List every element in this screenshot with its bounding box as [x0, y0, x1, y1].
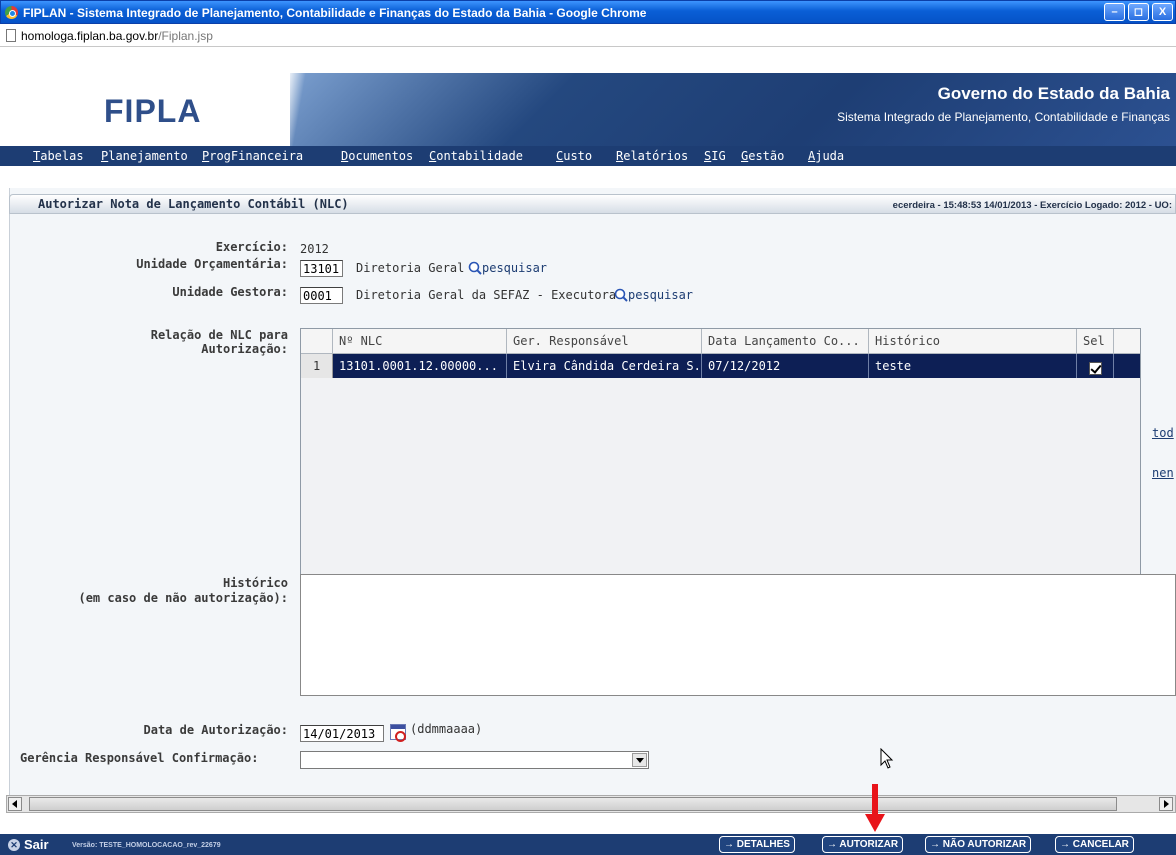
ug-label: Unidade Gestora: — [172, 285, 288, 299]
scrollbar-thumb[interactable] — [29, 797, 1117, 811]
menu-planejamento[interactable]: Planejamento — [101, 149, 188, 163]
cell-gerente[interactable]: Elvira Cândida Cerdeira S... — [507, 354, 702, 378]
close-button[interactable]: X — [1152, 3, 1173, 21]
spacer — [0, 166, 1176, 188]
exercicio-value: 2012 — [300, 242, 329, 256]
url[interactable]: homologa.fiplan.ba.gov.br/Fiplan.jsp — [21, 29, 213, 43]
grid-header-sel[interactable]: Sel — [1077, 329, 1114, 354]
relacao-label: Relação de NLC para — [150, 328, 288, 342]
gov-subtitle: Sistema Integrado de Planejamento, Conta… — [837, 110, 1170, 124]
menu-ajuda[interactable]: Ajuda — [808, 149, 844, 163]
grid-header-gerente[interactable]: Ger. Responsável — [507, 329, 702, 354]
search-icon[interactable] — [614, 288, 628, 302]
minimize-button[interactable]: – — [1104, 3, 1125, 21]
close-circle-icon: ✕ — [8, 839, 20, 851]
footer-bar: ✕ Sair Versão: TESTE_HOMOLOCACAO_rev_2267… — [0, 834, 1176, 855]
grid-header-historico[interactable]: Histórico — [869, 329, 1077, 354]
logout-label: Sair — [24, 837, 49, 852]
menu-progfinanceira[interactable]: ProgFinanceira — [202, 149, 303, 163]
session-info: ecerdeira - 15:48:53 14/01/2013 - Exercí… — [892, 200, 1172, 211]
maximize-button[interactable]: ◻ — [1128, 3, 1149, 21]
table-row[interactable]: 1 13101.0001.12.00000... Elvira Cândida … — [301, 354, 1140, 378]
scroll-right-button[interactable] — [1159, 797, 1173, 811]
relacao-label-2: Autorização: — [201, 342, 288, 356]
uo-search-link[interactable]: pesquisar — [482, 261, 547, 275]
historico-textarea[interactable] — [300, 574, 1176, 696]
window-title-bar: FIPLAN - Sistema Integrado de Planejamen… — [0, 0, 1176, 24]
exercicio-label: Exercício: — [215, 240, 288, 254]
scroll-left-button[interactable] — [8, 797, 22, 811]
gov-title: Governo do Estado da Bahia — [937, 84, 1170, 103]
logout-button[interactable]: ✕ Sair — [8, 837, 49, 852]
menu-gestao[interactable]: Gestão — [741, 149, 784, 163]
data-autorizacao-input[interactable]: 14/01/2013 — [300, 725, 384, 742]
historico-label: Histórico — [222, 576, 288, 590]
select-all-link[interactable]: tod — [1152, 426, 1174, 440]
calendar-icon[interactable] — [390, 724, 406, 742]
panel-title: Autorizar Nota de Lançamento Contábil (N… — [38, 197, 349, 211]
menu-relatorios[interactable]: Relatórios — [616, 149, 688, 163]
detalhes-button[interactable]: → DETALHES — [719, 836, 795, 853]
autorizar-button[interactable]: → AUTORIZAR — [822, 836, 904, 853]
uo-code-input[interactable]: 13101 — [300, 260, 343, 277]
cell-data[interactable]: 07/12/2012 — [702, 354, 869, 378]
nao-autorizar-button[interactable]: → NÃO AUTORIZAR — [925, 836, 1032, 853]
menu-tabelas[interactable]: Tabelas — [33, 149, 84, 163]
date-format-hint: (ddmmaaaa) — [410, 722, 483, 736]
grid-header-data[interactable]: Data Lançamento Co... — [702, 329, 869, 354]
window-title: FIPLAN - Sistema Integrado de Planejamen… — [23, 6, 647, 20]
search-icon[interactable] — [468, 261, 482, 275]
ug-code-input[interactable]: 0001 — [300, 287, 343, 304]
horizontal-scrollbar[interactable] — [6, 795, 1176, 813]
url-path: /Fiplan.jsp — [158, 29, 213, 43]
annotation-arrow-icon — [865, 784, 885, 832]
historico-label-2: (em caso de não autorização): — [78, 591, 288, 605]
address-bar[interactable]: homologa.fiplan.ba.gov.br/Fiplan.jsp — [0, 24, 1176, 47]
row-index: 1 — [301, 354, 333, 378]
select-none-link[interactable]: nen — [1152, 466, 1174, 480]
menu-contabilidade[interactable]: Contabilidade — [429, 149, 523, 163]
chevron-down-icon[interactable] — [632, 753, 647, 767]
url-host: homologa.fiplan.ba.gov.br — [21, 29, 159, 43]
cell-historico[interactable]: teste — [869, 354, 1077, 378]
row-select-checkbox[interactable] — [1089, 362, 1102, 375]
ug-name: Diretoria Geral da SEFAZ - Executora — [356, 288, 617, 302]
version-label: Versão: TESTE_HOMOLOCACAO_rev_22679 — [72, 842, 221, 849]
menu-custo[interactable]: Custo — [556, 149, 592, 163]
grid-header: Nº NLC Ger. Responsável Data Lançamento … — [301, 329, 1140, 354]
chrome-icon — [5, 6, 18, 19]
cancelar-button[interactable]: → CANCELAR — [1055, 836, 1134, 853]
page-icon — [6, 29, 16, 42]
menu-documentos[interactable]: Documentos — [341, 149, 413, 163]
cell-nlc[interactable]: 13101.0001.12.00000... — [333, 354, 507, 378]
grid-header-index — [301, 329, 333, 354]
ug-search-link[interactable]: pesquisar — [628, 288, 693, 302]
gerencia-label: Gerência Responsável Confirmação: — [20, 751, 259, 765]
uo-label: Unidade Orçamentária: — [136, 257, 288, 271]
data-autorizacao-label: Data de Autorização: — [143, 723, 289, 737]
spacer — [0, 813, 1176, 834]
uo-name: Diretoria Geral — [356, 261, 465, 275]
grid-header-nlc[interactable]: Nº NLC — [333, 329, 507, 354]
gerencia-select[interactable] — [300, 751, 649, 769]
menu-sig[interactable]: SIG — [704, 149, 726, 163]
mouse-cursor-icon — [880, 748, 894, 769]
main-menu: Tabelas Planejamento ProgFinanceira Docu… — [0, 146, 1176, 166]
